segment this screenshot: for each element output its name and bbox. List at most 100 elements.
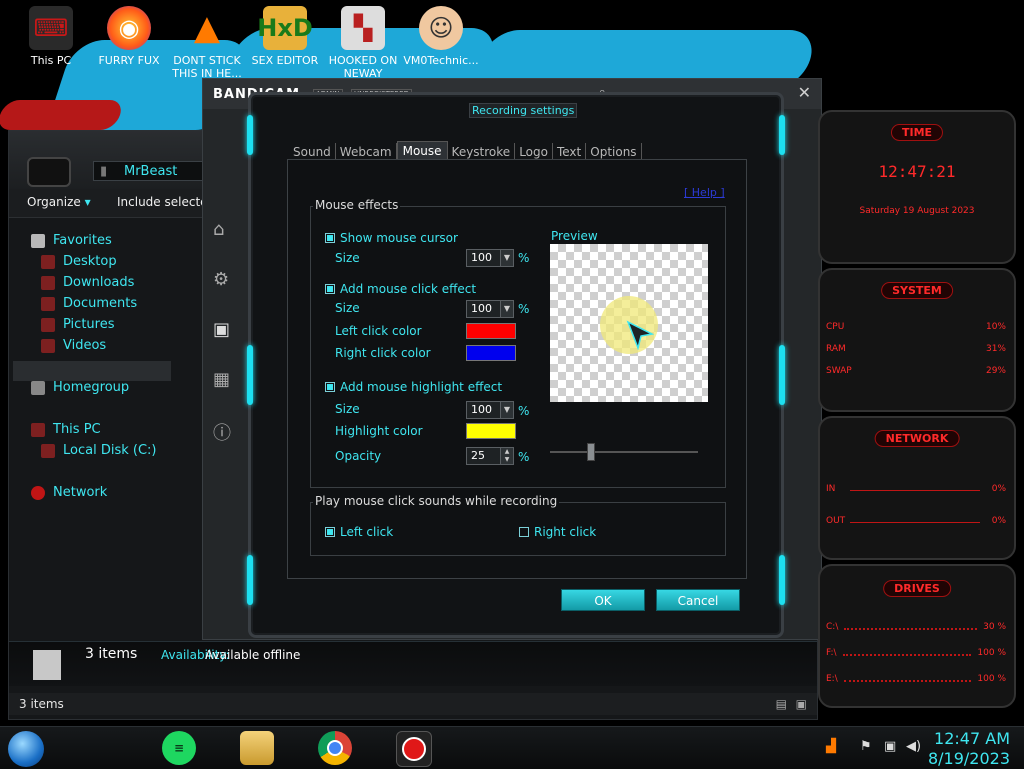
slider-thumb[interactable] bbox=[587, 443, 595, 461]
home-icon[interactable]: ⌂ bbox=[213, 219, 224, 240]
right-click-color-label: Right click color bbox=[335, 346, 431, 360]
computer-icon bbox=[31, 422, 45, 437]
opacity-value: 25 bbox=[471, 449, 485, 462]
checkbox-icon bbox=[325, 527, 335, 537]
frame-glow bbox=[247, 115, 253, 155]
chevron-down-icon: ▼ bbox=[500, 402, 513, 418]
nav-label: Downloads bbox=[63, 275, 135, 290]
cursor-size-label: Size bbox=[335, 251, 360, 265]
right-click-color-swatch[interactable] bbox=[466, 345, 516, 361]
documents-icon bbox=[41, 296, 55, 311]
organize-button[interactable]: Organize ▾ bbox=[27, 195, 91, 209]
desktop-icon-vm0[interactable]: ☺ VM0Technic... bbox=[402, 6, 480, 80]
drive-name: F:\ bbox=[826, 648, 837, 658]
click-size-select[interactable]: 100 ▼ bbox=[466, 300, 514, 318]
nav-item-downloads[interactable]: Downloads bbox=[41, 275, 134, 290]
highlight-size-select[interactable]: 100 ▼ bbox=[466, 401, 514, 419]
nav-item-documents[interactable]: Documents bbox=[41, 296, 137, 311]
desktop-icon-this-pc[interactable]: ⌨ This PC bbox=[12, 6, 90, 80]
drives-widget-title: DRIVES bbox=[883, 580, 951, 597]
disk-icon bbox=[41, 443, 55, 458]
cancel-button[interactable]: Cancel bbox=[656, 589, 740, 611]
click-sounds-label: Play mouse click sounds while recording bbox=[313, 494, 560, 508]
file-explorer-icon[interactable] bbox=[240, 731, 274, 765]
taskbar-clock[interactable]: 12:47 AM 8/19/2023 bbox=[928, 729, 1010, 769]
network-tray-icon[interactable]: ▣ bbox=[884, 739, 896, 754]
thumbnail-view-icon[interactable]: ▣ bbox=[796, 693, 807, 715]
system-widget: SYSTEM CPU 10% RAM 31% SWAP 29% bbox=[818, 268, 1016, 412]
navigation-pane: Favorites Desktop Downloads Documents Pi… bbox=[9, 219, 171, 639]
address-text: MrBeast bbox=[124, 164, 178, 179]
left-click-sound-checkbox[interactable]: Left click bbox=[325, 525, 393, 539]
nav-item-pictures[interactable]: Pictures bbox=[41, 317, 114, 332]
tray-app-icon[interactable]: ▟ bbox=[826, 739, 836, 754]
right-click-sound-label: Right click bbox=[534, 525, 597, 539]
desktop-icons: ⌨ This PC ◉ FURRY FUX ▲ DONT STICK THIS … bbox=[12, 6, 480, 80]
chevron-down-icon: ▾ bbox=[84, 195, 91, 209]
bandicam-record-icon[interactable] bbox=[396, 731, 432, 767]
nav-item-homegroup[interactable]: Homegroup bbox=[31, 380, 129, 395]
clock-date: 8/19/2023 bbox=[927, 749, 1010, 768]
opacity-unit: % bbox=[518, 450, 530, 464]
nav-item-this-pc[interactable]: This PC bbox=[31, 422, 101, 437]
opacity-label: Opacity bbox=[335, 449, 382, 463]
ok-button[interactable]: OK bbox=[561, 589, 645, 611]
checkbox-icon bbox=[325, 233, 335, 243]
folder-thumbnail-icon bbox=[33, 650, 61, 680]
game-icon: ▚ bbox=[341, 6, 385, 50]
cursor-size-unit: % bbox=[518, 251, 530, 265]
cursor-size-value: 100 bbox=[471, 251, 492, 264]
nav-item-network[interactable]: Network bbox=[31, 485, 107, 500]
click-size-label: Size bbox=[335, 301, 360, 315]
show-cursor-label: Show mouse cursor bbox=[340, 231, 458, 245]
back-forward-icon[interactable] bbox=[27, 157, 71, 187]
drives-widget: DRIVES C:\ 30 % F:\ 100 % E:\ 100 % bbox=[818, 564, 1016, 708]
left-click-color-swatch[interactable] bbox=[466, 323, 516, 339]
chrome-icon[interactable] bbox=[318, 731, 352, 765]
gear-icon[interactable]: ⚙ bbox=[213, 269, 229, 290]
tab-mouse[interactable]: Mouse bbox=[396, 141, 448, 161]
info-icon[interactable]: ⓘ bbox=[213, 419, 231, 445]
flag-icon[interactable]: ⚑ bbox=[860, 739, 872, 754]
nav-label: Desktop bbox=[63, 254, 117, 269]
video-settings-icon[interactable]: ▣ bbox=[213, 319, 230, 340]
close-button[interactable]: ✕ bbox=[798, 83, 811, 102]
highlight-effect-checkbox[interactable]: Add mouse highlight effect bbox=[325, 380, 502, 394]
desktop-icon-furry-fux[interactable]: ◉ FURRY FUX bbox=[90, 6, 168, 80]
include-selected-button[interactable]: Include selected bbox=[117, 195, 215, 209]
spotify-icon[interactable]: ≡ bbox=[162, 731, 196, 765]
nav-label: Documents bbox=[63, 296, 138, 311]
highlight-color-swatch[interactable] bbox=[466, 423, 516, 439]
highlight-effect-label: Add mouse highlight effect bbox=[340, 380, 503, 394]
highlight-color-label: Highlight color bbox=[335, 424, 423, 438]
click-effect-checkbox[interactable]: Add mouse click effect bbox=[325, 282, 476, 296]
desktop-icon-game[interactable]: ▚ HOOKED ON NEWAY bbox=[324, 6, 402, 80]
start-button[interactable] bbox=[8, 731, 44, 767]
drive-value: 30 % bbox=[983, 622, 1006, 632]
opacity-slider[interactable] bbox=[550, 443, 698, 461]
desktop-icon-vlc[interactable]: ▲ DONT STICK THIS IN HE... bbox=[168, 6, 246, 81]
network-row: IN 0% bbox=[826, 484, 1006, 494]
nav-item-favorites[interactable]: Favorites bbox=[31, 233, 112, 248]
image-settings-icon[interactable]: ▦ bbox=[213, 369, 230, 390]
drive-name: C:\ bbox=[826, 622, 839, 632]
desktop-icon-hex-editor[interactable]: HxD SEX EDITOR bbox=[246, 6, 324, 80]
right-click-sound-checkbox[interactable]: Right click bbox=[519, 525, 596, 539]
desktop-icon-label: FURRY FUX bbox=[98, 54, 160, 67]
cursor-size-select[interactable]: 100 ▼ bbox=[466, 249, 514, 267]
details-view-icon[interactable]: ▤ bbox=[776, 693, 787, 715]
clock-time: 12:47 AM bbox=[934, 729, 1010, 748]
nav-item-desktop[interactable]: Desktop bbox=[41, 254, 117, 269]
preview-label: Preview bbox=[551, 229, 598, 243]
nav-item-local-disk[interactable]: Local Disk (C:) bbox=[41, 443, 156, 458]
desktop-icon-label: SEX EDITOR bbox=[251, 54, 319, 67]
help-link[interactable]: [ Help ] bbox=[684, 186, 725, 199]
show-cursor-checkbox[interactable]: Show mouse cursor bbox=[325, 231, 458, 245]
metric-value: 10% bbox=[985, 322, 1006, 332]
mouse-settings-panel: [ Help ] Mouse effects Show mouse cursor… bbox=[287, 159, 747, 579]
opacity-stepper[interactable]: 25 ▲ ▼ bbox=[466, 447, 514, 465]
volume-icon[interactable]: ◀) bbox=[906, 739, 921, 754]
time-widget: TIME 12:47:21 Saturday 19 August 2023 bbox=[818, 110, 1016, 264]
metric-name: OUT bbox=[826, 516, 846, 526]
nav-item-videos[interactable]: Videos bbox=[41, 338, 106, 353]
